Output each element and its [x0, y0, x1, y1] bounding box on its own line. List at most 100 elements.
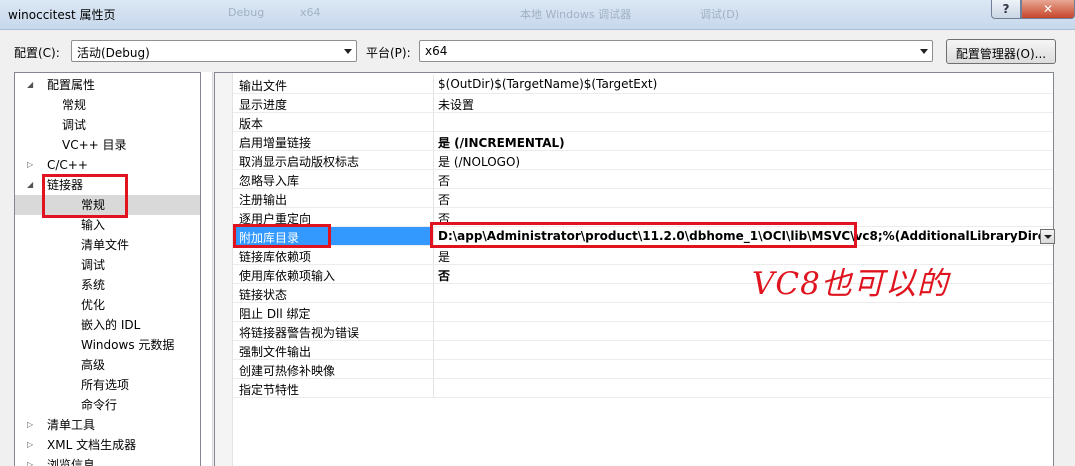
- tree-item[interactable]: ◢ 配置属性: [15, 75, 200, 95]
- chevron-down-icon: [344, 49, 352, 54]
- property-row[interactable]: 注册输出否: [233, 189, 1053, 208]
- property-value[interactable]: [434, 322, 1053, 340]
- ghost-text: x64: [300, 6, 321, 19]
- property-value[interactable]: 否: [434, 170, 1053, 188]
- tree-item[interactable]: 优化: [15, 295, 200, 315]
- property-row[interactable]: 忽略导入库否: [233, 170, 1053, 189]
- property-value[interactable]: [434, 379, 1053, 397]
- expand-arrow-icon[interactable]: ▷: [27, 435, 33, 455]
- tree-item[interactable]: 所有选项: [15, 375, 200, 395]
- expand-arrow-icon[interactable]: ▷: [27, 455, 33, 466]
- property-value[interactable]: [434, 303, 1053, 321]
- tree-scrollbar[interactable]: [201, 72, 213, 466]
- tree-item-label: 配置属性: [47, 78, 96, 92]
- property-name: 链接状态: [233, 284, 434, 302]
- tree-item-label: 清单文件: [81, 238, 130, 252]
- property-value[interactable]: [434, 284, 1053, 302]
- chevron-down-icon: [920, 49, 928, 54]
- tree-item-label: 所有选项: [81, 378, 130, 392]
- property-name: 显示进度: [233, 94, 434, 112]
- tree-item[interactable]: Windows 元数据: [15, 335, 200, 355]
- property-row[interactable]: 指定节特性: [233, 379, 1053, 398]
- property-name: 阻止 Dll 绑定: [233, 303, 434, 321]
- tree-item-label: 系统: [81, 278, 106, 292]
- property-value[interactable]: 否: [434, 208, 1053, 226]
- tree-item[interactable]: 调试: [15, 255, 200, 275]
- property-row[interactable]: 阻止 Dll 绑定: [233, 303, 1053, 322]
- property-name: 使用库依赖项输入: [233, 265, 434, 283]
- tree-item-label: 调试: [62, 118, 87, 132]
- property-row[interactable]: 显示进度 未设置: [233, 94, 1053, 113]
- collapse-arrow-icon[interactable]: ◢: [27, 175, 33, 195]
- property-value[interactable]: 未设置: [434, 94, 1053, 112]
- property-value[interactable]: D:\app\Administrator\product\11.2.0\dbho…: [434, 227, 1041, 245]
- value-dropdown-button[interactable]: [1040, 229, 1055, 244]
- tree-item[interactable]: ▷ C/C++: [15, 155, 200, 175]
- expand-arrow-icon[interactable]: ▷: [27, 415, 33, 435]
- expand-arrow-icon[interactable]: ▷: [27, 155, 33, 175]
- tree-item[interactable]: 嵌入的 IDL: [15, 315, 200, 335]
- platform-label: 平台(P):: [366, 46, 411, 60]
- property-value[interactable]: $(OutDir)$(TargetName)$(TargetExt): [434, 75, 1053, 93]
- config-select[interactable]: 活动(Debug): [71, 40, 357, 62]
- title-bar: winoccitest 属性页 Debug x64 本地 Windows 调试器…: [0, 0, 1075, 30]
- property-row[interactable]: 版本: [233, 113, 1053, 132]
- property-value[interactable]: 是: [434, 246, 1053, 264]
- property-row[interactable]: 取消显示启动版权标志是 (/NOLOGO): [233, 151, 1053, 170]
- property-row[interactable]: 逐用户重定向否: [233, 208, 1053, 227]
- tree-item[interactable]: 调试: [15, 115, 200, 135]
- tree-item-label: 调试: [81, 258, 106, 272]
- property-value[interactable]: [434, 113, 1053, 131]
- tree-item-label: 高级: [81, 358, 106, 372]
- ghost-text: 本地 Windows 调试器: [520, 8, 632, 21]
- property-value[interactable]: [434, 341, 1053, 359]
- tree-item-label: Windows 元数据: [81, 338, 175, 352]
- tree-item-label: 浏览信息: [47, 458, 96, 466]
- platform-select[interactable]: x64: [419, 40, 933, 62]
- property-value[interactable]: 是 (/NOLOGO): [434, 151, 1053, 169]
- help-button[interactable]: ?: [991, 0, 1021, 19]
- tree-item[interactable]: 高级: [15, 355, 200, 375]
- property-value[interactable]: 否: [434, 265, 1053, 283]
- ghost-text: Debug: [228, 6, 265, 19]
- property-value[interactable]: [434, 360, 1053, 378]
- property-row[interactable]: 强制文件输出: [233, 341, 1053, 360]
- tree-item[interactable]: ▷ 浏览信息: [15, 455, 200, 466]
- property-tree[interactable]: ◢ 配置属性 常规 调试 VC++ 目录 ▷ C/C++ ◢ 链接器 常规 输入 清单文件 调试 系统 优化…: [14, 72, 201, 466]
- property-row[interactable]: 输出文件 $(OutDir)$(TargetName)$(TargetExt): [233, 75, 1053, 94]
- annotation-text: VC8也可以的: [752, 266, 949, 302]
- tree-item[interactable]: 常规: [15, 195, 200, 215]
- tree-item-label: VC++ 目录: [62, 138, 127, 152]
- property-name: 附加库目录: [233, 227, 434, 245]
- tree-item[interactable]: ◢ 链接器: [15, 175, 200, 195]
- property-name: 指定节特性: [233, 379, 434, 397]
- property-row[interactable]: 将链接器警告视为错误: [233, 322, 1053, 341]
- tree-item[interactable]: 输入: [15, 215, 200, 235]
- ghost-text: 调试(D): [700, 8, 740, 21]
- config-label: 配置(C):: [14, 46, 60, 60]
- tree-item-label: 嵌入的 IDL: [81, 318, 141, 332]
- tree-item[interactable]: 清单文件: [15, 235, 200, 255]
- property-row[interactable]: 启用增量链接是 (/INCREMENTAL): [233, 132, 1053, 151]
- window-title: winoccitest 属性页: [8, 8, 116, 22]
- platform-select-value: x64: [425, 44, 448, 58]
- tree-item[interactable]: 系统: [15, 275, 200, 295]
- property-row[interactable]: 附加库目录 D:\app\Administrator\product\11.2.0…: [233, 227, 1053, 246]
- tree-item[interactable]: ▷ 清单工具: [15, 415, 200, 435]
- close-button[interactable]: ✕: [1021, 0, 1075, 19]
- grid-scrollbar[interactable]: [1056, 72, 1075, 466]
- property-value[interactable]: 否: [434, 189, 1053, 207]
- tree-item[interactable]: 命令行: [15, 395, 200, 415]
- property-value[interactable]: 是 (/INCREMENTAL): [434, 132, 1053, 150]
- tree-item[interactable]: VC++ 目录: [15, 135, 200, 155]
- tree-item[interactable]: 常规: [15, 95, 200, 115]
- property-name: 创建可热修补映像: [233, 360, 434, 378]
- property-row[interactable]: 创建可热修补映像: [233, 360, 1053, 379]
- tree-item-label: 输入: [81, 218, 106, 232]
- config-manager-button[interactable]: 配置管理器(O)...: [946, 39, 1056, 64]
- tree-item-label: C/C++: [47, 158, 88, 172]
- tree-item-label: 命令行: [81, 398, 118, 412]
- tree-item[interactable]: ▷ XML 文档生成器: [15, 435, 200, 455]
- collapse-arrow-icon[interactable]: ◢: [27, 75, 33, 95]
- chevron-down-icon: [1044, 235, 1052, 239]
